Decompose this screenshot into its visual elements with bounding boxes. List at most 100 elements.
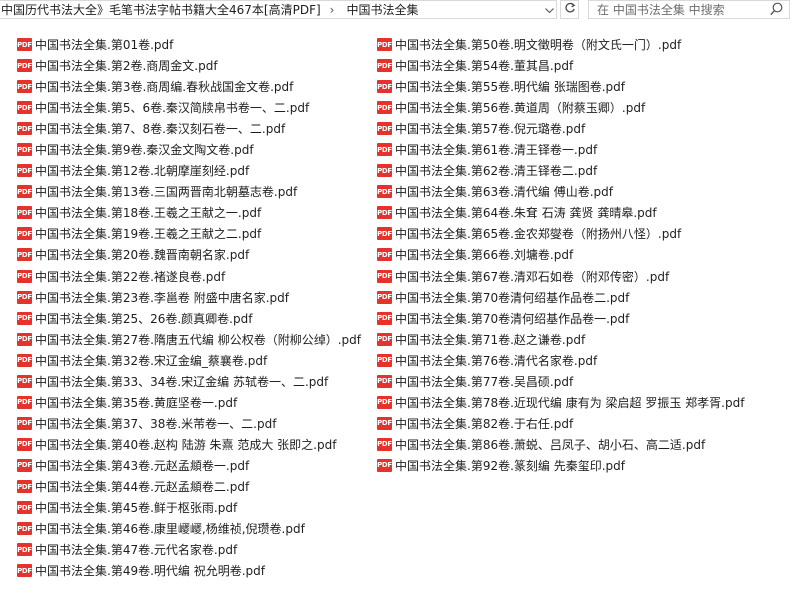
file-item[interactable]: PDF 中国书法全集.第64卷.朱耷 石涛 龚贤 龚晴皋.pdf [377,202,744,223]
file-item[interactable]: PDF 中国书法全集.第47卷.元代名家卷.pdf [17,539,361,560]
file-item[interactable]: PDF 中国书法全集.第32卷.宋辽金编_蔡襄卷.pdf [17,350,361,371]
file-name: 中国书法全集.第49卷.明代编 祝允明卷.pdf [35,564,265,579]
pdf-file-icon: PDF [17,185,32,199]
file-item[interactable]: PDF 中国书法全集.第78卷.近现代编 康有为 梁启超 罗振玉 郑孝胥.pdf [377,392,744,413]
file-name: 中国书法全集.第22卷.褚遂良卷.pdf [35,269,226,284]
pdf-file-icon: PDF [17,501,32,515]
file-name: 中国书法全集.第50卷.明文徵明卷（附文氏一门）.pdf [395,38,682,53]
file-item[interactable]: PDF 中国书法全集.第01卷.pdf [17,34,361,55]
search-icon[interactable] [770,2,783,19]
file-item[interactable]: PDF 中国书法全集.第86卷.萧蜕、吕凤子、胡小石、高二适.pdf [377,434,744,455]
file-item[interactable]: PDF 中国书法全集.第22卷.褚遂良卷.pdf [17,266,361,287]
file-item[interactable]: PDF 中国书法全集.第56卷.黄道周（附蔡玉卿）.pdf [377,97,744,118]
file-name: 中国书法全集.第33、34卷.宋辽金编 苏轼卷一、二.pdf [35,374,329,389]
file-item[interactable]: PDF 中国书法全集.第63卷.清代编 傅山卷.pdf [377,181,744,202]
file-item[interactable]: PDF 中国书法全集.第50卷.明文徵明卷（附文氏一门）.pdf [377,34,744,55]
file-item[interactable]: PDF 中国书法全集.第62卷.清王铎卷二.pdf [377,160,744,181]
file-name: 中国书法全集.第43卷.元赵孟頫卷一.pdf [35,458,250,473]
file-item[interactable]: PDF 中国书法全集.第27卷.隋唐五代编 柳公权卷（附柳公绰）.pdf [17,329,361,350]
pdf-file-icon: PDF [17,143,32,157]
file-name: 中国书法全集.第44卷.元赵孟頫卷二.pdf [35,480,250,494]
pdf-file-icon: PDF [377,416,392,430]
file-name: 中国书法全集.第70卷清何绍基作品卷二.pdf [395,290,630,305]
file-item[interactable]: PDF 中国书法全集.第70卷清何绍基作品卷二.pdf [377,287,744,308]
file-name: 中国书法全集.第9卷.秦汉金文陶文卷.pdf [35,143,254,158]
file-item[interactable]: PDF 中国书法全集.第67卷.清邓石如卷（附邓传密）.pdf [377,266,744,287]
pdf-file-icon: PDF [17,122,32,136]
pdf-file-icon: PDF [17,248,32,262]
pdf-file-icon: PDF [17,458,32,472]
file-name: 中国书法全集.第45卷.鲜于枢张雨.pdf [35,501,238,516]
pdf-file-icon: PDF [17,206,32,220]
file-item[interactable]: PDF 中国书法全集.第25、26卷.颜真卿卷.pdf [17,308,361,329]
file-name: 中国书法全集.第66卷.刘墉卷.pdf [395,248,574,263]
refresh-button[interactable] [560,0,579,19]
pdf-file-icon: PDF [377,122,392,136]
pdf-file-icon: PDF [377,458,392,472]
file-name: 中国书法全集.第78卷.近现代编 康有为 梁启超 罗振玉 郑孝胥.pdf [395,395,745,410]
file-item[interactable]: PDF 中国书法全集.第40卷.赵构 陆游 朱熹 范成大 张即之.pdf [17,434,361,455]
file-name: 中国书法全集.第13卷.三国两晋南北朝墓志卷.pdf [35,185,298,200]
file-name: 中国书法全集.第35卷.黄庭坚卷一.pdf [35,395,238,410]
file-item[interactable]: PDF 中国书法全集.第71卷.赵之谦卷.pdf [377,329,744,350]
pdf-file-icon: PDF [17,311,32,325]
file-item[interactable]: PDF 中国书法全集.第3卷.商周编.春秋战国金文卷.pdf [17,76,361,97]
file-item[interactable]: PDF 中国书法全集.第55卷.明代编 张瑞图卷.pdf [377,76,744,97]
search-input[interactable] [589,1,773,18]
file-item[interactable]: PDF 中国书法全集.第49卷.明代编 祝允明卷.pdf [17,560,361,581]
file-item[interactable]: PDF 中国书法全集.第9卷.秦汉金文陶文卷.pdf [17,139,361,160]
pdf-file-icon: PDF [17,332,32,346]
pdf-file-icon: PDF [377,59,392,73]
file-item[interactable]: PDF 中国书法全集.第5、6卷.秦汉简牍帛书卷一、二.pdf [17,97,361,118]
file-item[interactable]: PDF 中国书法全集.第76卷.清代名家卷.pdf [377,350,744,371]
file-name: 中国书法全集.第37、38卷.米芾卷一、二.pdf [35,416,277,431]
pdf-file-icon: PDF [17,59,32,73]
pdf-file-icon: PDF [17,164,32,178]
file-item[interactable]: PDF 中国书法全集.第45卷.鲜于枢张雨.pdf [17,497,361,518]
file-name: 中国书法全集.第82卷.于右任.pdf [395,416,574,431]
file-item[interactable]: PDF 中国书法全集.第7、8卷.秦汉刻石卷一、二.pdf [17,118,361,139]
pdf-file-icon: PDF [377,38,392,52]
file-item[interactable]: PDF 中国书法全集.第13卷.三国两晋南北朝墓志卷.pdf [17,181,361,202]
pdf-file-icon: PDF [377,164,392,178]
file-name: 中国书法全集.第92卷.篆刻编 先秦玺印.pdf [395,458,625,473]
breadcrumb-parent-folder[interactable]: 中国历代书法大全》毛笔书法字帖书籍大全467本[高清PDF] [0,1,321,18]
file-item[interactable]: PDF 中国书法全集.第77卷.吴昌硕.pdf [377,371,744,392]
pdf-file-icon: PDF [17,522,32,536]
chevron-right-icon[interactable]: › [321,3,346,17]
file-name: 中国书法全集.第25、26卷.颜真卿卷.pdf [35,311,253,326]
file-item[interactable]: PDF 中国书法全集.第20卷.魏晋南朝名家.pdf [17,244,361,265]
chevron-down-icon[interactable] [541,1,556,18]
pdf-file-icon: PDF [377,143,392,157]
file-item[interactable]: PDF 中国书法全集.第23卷.李邕卷 附盛中唐名家.pdf [17,287,361,308]
file-item[interactable]: PDF 中国书法全集.第35卷.黄庭坚卷一.pdf [17,392,361,413]
file-item[interactable]: PDF 中国书法全集.第82卷.于右任.pdf [377,413,744,434]
breadcrumb-current-folder[interactable]: 中国书法全集 [345,1,418,18]
file-item[interactable]: PDF 中国书法全集.第57卷.倪元璐卷.pdf [377,118,744,139]
address-bar[interactable]: 中国历代书法大全》毛笔书法字帖书籍大全467本[高清PDF] › 中国书法全集 [0,0,557,19]
file-item[interactable]: PDF 中国书法全集.第18卷.王羲之王献之一.pdf [17,202,361,223]
file-name: 中国书法全集.第71卷.赵之谦卷.pdf [395,332,586,347]
file-item[interactable]: PDF 中国书法全集.第70卷清何绍基作品卷一.pdf [377,308,744,329]
file-item[interactable]: PDF 中国书法全集.第44卷.元赵孟頫卷二.pdf [17,476,361,497]
file-item[interactable]: PDF 中国书法全集.第61卷.清王铎卷一.pdf [377,139,744,160]
file-name: 中国书法全集.第54卷.董其昌.pdf [395,59,574,74]
file-item[interactable]: PDF 中国书法全集.第65卷.金农郑燮卷（附扬州八怪）.pdf [377,223,744,244]
search-box[interactable] [588,0,790,19]
pdf-file-icon: PDF [377,437,392,451]
file-item[interactable]: PDF 中国书法全集.第37、38卷.米芾卷一、二.pdf [17,413,361,434]
file-item[interactable]: PDF 中国书法全集.第19卷.王羲之王献之二.pdf [17,223,361,244]
file-name: 中国书法全集.第18卷.王羲之王献之一.pdf [35,206,262,221]
file-item[interactable]: PDF 中国书法全集.第2卷.商周金文.pdf [17,55,361,76]
file-item[interactable]: PDF 中国书法全集.第66卷.刘墉卷.pdf [377,244,744,265]
file-item[interactable]: PDF 中国书法全集.第46卷.康里巎巎,杨维祯,倪瓒卷.pdf [17,518,361,539]
file-item[interactable]: PDF 中国书法全集.第54卷.董其昌.pdf [377,55,744,76]
file-item[interactable]: PDF 中国书法全集.第33、34卷.宋辽金编 苏轼卷一、二.pdf [17,371,361,392]
pdf-file-icon: PDF [377,311,392,325]
file-name: 中国书法全集.第27卷.隋唐五代编 柳公权卷（附柳公绰）.pdf [35,332,361,347]
file-item[interactable]: PDF 中国书法全集.第12卷.北朝摩崖刻经.pdf [17,160,361,181]
file-item[interactable]: PDF 中国书法全集.第92卷.篆刻编 先秦玺印.pdf [377,455,744,476]
file-name: 中国书法全集.第40卷.赵构 陆游 朱熹 范成大 张即之.pdf [35,437,337,452]
file-item[interactable]: PDF 中国书法全集.第43卷.元赵孟頫卷一.pdf [17,455,361,476]
file-name: 中国书法全集.第46卷.康里巎巎,杨维祯,倪瓒卷.pdf [35,522,305,537]
